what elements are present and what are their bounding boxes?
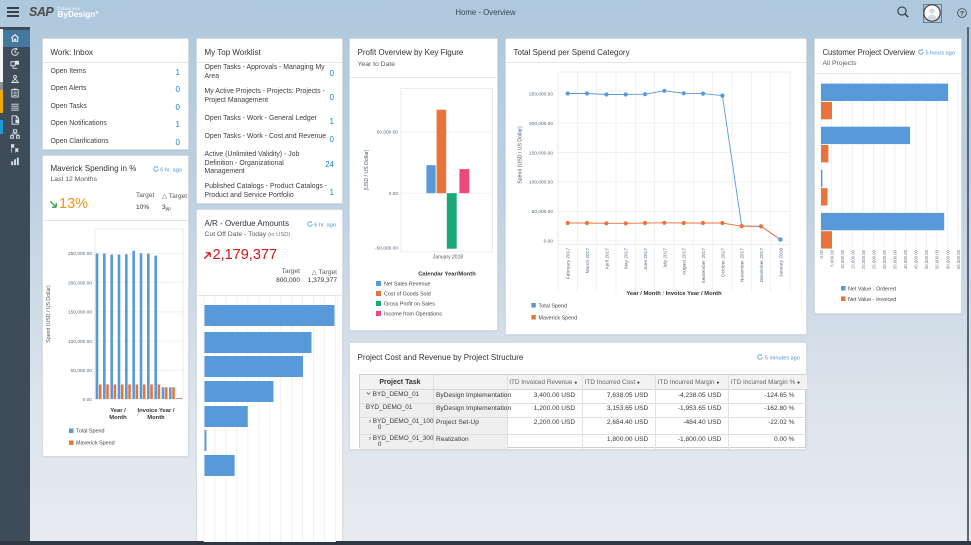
svg-text:Net Sales Revenue: Net Sales Revenue (384, 282, 430, 288)
svg-text:45,000.00: 45,000.00 (914, 249, 919, 269)
svg-text:July 2017: July 2017 (662, 248, 668, 269)
svg-text:150,000.00: 150,000.00 (68, 310, 92, 316)
svg-text:Calendar Year/Month: Calendar Year/Month (418, 272, 476, 278)
svg-text:August 2017: August 2017 (682, 248, 688, 275)
svg-text:20,000.00: 20,000.00 (861, 249, 866, 269)
svg-text:Year /: Year / (110, 408, 126, 414)
svg-text:(USD / US Dollar): (USD / US Dollar) (364, 149, 370, 190)
svg-text:50,000.00: 50,000.00 (924, 249, 929, 269)
svg-text:Cost of Goods Sold: Cost of Goods Sold (384, 292, 431, 298)
svg-text:65,000.00: 65,000.00 (956, 249, 961, 269)
svg-text:February 2017: February 2017 (566, 248, 572, 280)
svg-text:Maverick Spend: Maverick Spend (76, 441, 115, 447)
svg-text:200,000.00: 200,000.00 (529, 121, 553, 127)
svg-text:Month: Month (109, 415, 127, 421)
svg-text:250,000.00: 250,000.00 (529, 92, 553, 98)
svg-text:0.00: 0.00 (389, 191, 399, 197)
svg-text:Gross Profit on Sales: Gross Profit on Sales (384, 302, 435, 308)
svg-text:May 2017: May 2017 (624, 248, 630, 269)
svg-text:60,000.00: 60,000.00 (945, 249, 950, 269)
svg-text:100,000.00: 100,000.00 (529, 180, 553, 186)
svg-text:200,000.00: 200,000.00 (68, 280, 92, 286)
svg-text:Net Value - Invoiced: Net Value - Invoiced (848, 297, 896, 303)
svg-text:10,000.00: 10,000.00 (840, 249, 845, 269)
svg-text:50,000.00: 50,000.00 (71, 368, 93, 374)
svg-text:April 2017: April 2017 (604, 248, 610, 270)
svg-text:Spend (USD / US Dollar): Spend (USD / US Dollar) (46, 285, 52, 343)
svg-text:Income from Operations: Income from Operations (384, 312, 442, 318)
svg-text:Month: Month (147, 415, 165, 421)
svg-text:?: ? (960, 10, 964, 17)
svg-text:January 2018: January 2018 (433, 255, 464, 261)
svg-text:-50,000.00: -50,000.00 (375, 245, 398, 251)
svg-text:Total Spend: Total Spend (539, 303, 567, 309)
svg-text:50,000.00: 50,000.00 (377, 130, 399, 136)
svg-text:0.00: 0.00 (819, 249, 824, 258)
svg-text:January 2018: January 2018 (778, 248, 784, 277)
svg-text:November 2017: November 2017 (740, 248, 746, 282)
svg-text:Spend (USD / US Dollar): Spend (USD / US Dollar) (518, 126, 524, 184)
svg-text:30,000.00: 30,000.00 (882, 249, 887, 269)
svg-text:0.00: 0.00 (83, 397, 93, 403)
svg-text:100,000.00: 100,000.00 (68, 339, 92, 345)
svg-text:25,000.00: 25,000.00 (872, 249, 877, 269)
svg-text:Invoice Year /: Invoice Year / (138, 408, 175, 414)
svg-text:35,000.00: 35,000.00 (893, 249, 898, 269)
svg-text:50,000.00: 50,000.00 (532, 209, 554, 215)
svg-text:Maverick Spend: Maverick Spend (539, 315, 578, 321)
svg-text:Net Value - Ordered: Net Value - Ordered (848, 286, 896, 292)
svg-text:March 2017: March 2017 (585, 248, 591, 274)
svg-text:Year / Month / Invoice Year /: Year / Month / Invoice Year / Month (626, 291, 722, 297)
svg-text:December 2017: December 2017 (759, 248, 765, 282)
svg-text:150,000.00: 150,000.00 (529, 150, 553, 156)
svg-text:15,000.00: 15,000.00 (850, 249, 855, 269)
svg-text:Total Spend: Total Spend (76, 429, 104, 435)
svg-text:September 2017: September 2017 (701, 248, 707, 284)
svg-text:55,000.00: 55,000.00 (935, 249, 940, 269)
svg-text:250,000.00: 250,000.00 (68, 251, 92, 257)
svg-text:October 2017: October 2017 (720, 248, 726, 277)
svg-text:40,000.00: 40,000.00 (903, 249, 908, 269)
svg-text:5,000.00: 5,000.00 (829, 249, 834, 266)
svg-text:June 2017: June 2017 (643, 248, 649, 271)
svg-text:0.00: 0.00 (544, 239, 554, 245)
